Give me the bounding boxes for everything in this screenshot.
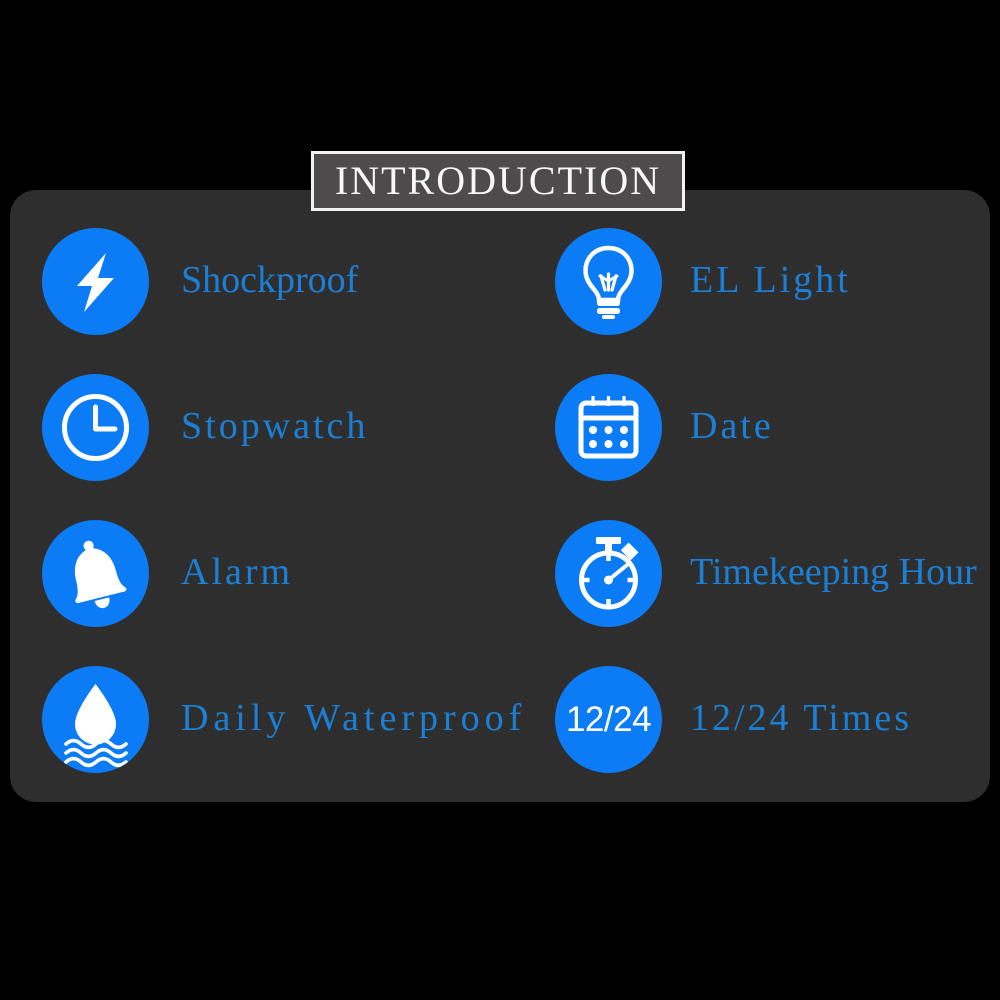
feature-label-date: Date	[690, 405, 774, 448]
stopwatch-icon-badge	[42, 373, 149, 481]
feature-item-stopwatch[interactable]: Stopwatch	[10, 354, 515, 500]
feature-list: Shockproof EL Light Stopwatch Date Alarm…	[10, 190, 990, 802]
feature-item-shockproof[interactable]: Shockproof	[10, 208, 515, 354]
feature-label-stopwatch: Stopwatch	[181, 405, 369, 448]
feature-label-shockproof: Shockproof	[181, 259, 359, 302]
feature-item-alarm[interactable]: Alarm	[10, 500, 515, 646]
feature-item-el-light[interactable]: EL Light	[515, 208, 990, 354]
lightning-bolt-icon	[42, 228, 149, 335]
waterproof-icon-badge	[42, 665, 149, 773]
twelve-twentyfour-icon-badge: 12/24	[555, 665, 662, 773]
12-24-text-icon: 12/24	[565, 699, 652, 739]
water-drop-icon	[42, 666, 149, 773]
feature-label-alarm: Alarm	[181, 551, 294, 594]
shockproof-icon-badge	[42, 227, 149, 335]
timekeeping-icon-badge	[555, 519, 662, 627]
calendar-icon	[555, 374, 662, 481]
feature-item-12-24-times[interactable]: 12/24 12/24 Times	[515, 646, 990, 792]
page-title: INTRODUCTION	[334, 158, 662, 203]
light-bulb-icon	[555, 228, 662, 335]
feature-label-daily-waterproof: Daily Waterproof	[181, 697, 527, 740]
el-light-icon-badge	[555, 227, 662, 335]
feature-label-timekeeping-hour: Timekeeping Hour	[690, 551, 977, 594]
introduction-graphic: INTRODUCTION Shockproof EL Light Stopwat…	[0, 0, 1000, 1000]
introduction-title-box: INTRODUCTION	[311, 151, 685, 211]
clock-icon	[42, 374, 149, 481]
stopwatch-icon	[555, 520, 662, 627]
bell-icon	[42, 520, 149, 627]
date-icon-badge	[555, 373, 662, 481]
feature-item-daily-waterproof[interactable]: Daily Waterproof	[10, 646, 521, 792]
alarm-icon-badge	[42, 519, 149, 627]
feature-label-el-light: EL Light	[690, 259, 851, 302]
feature-item-timekeeping-hour[interactable]: Timekeeping Hour	[515, 500, 990, 646]
feature-label-12-24-times: 12/24 Times	[690, 697, 913, 740]
feature-item-date[interactable]: Date	[515, 354, 990, 500]
